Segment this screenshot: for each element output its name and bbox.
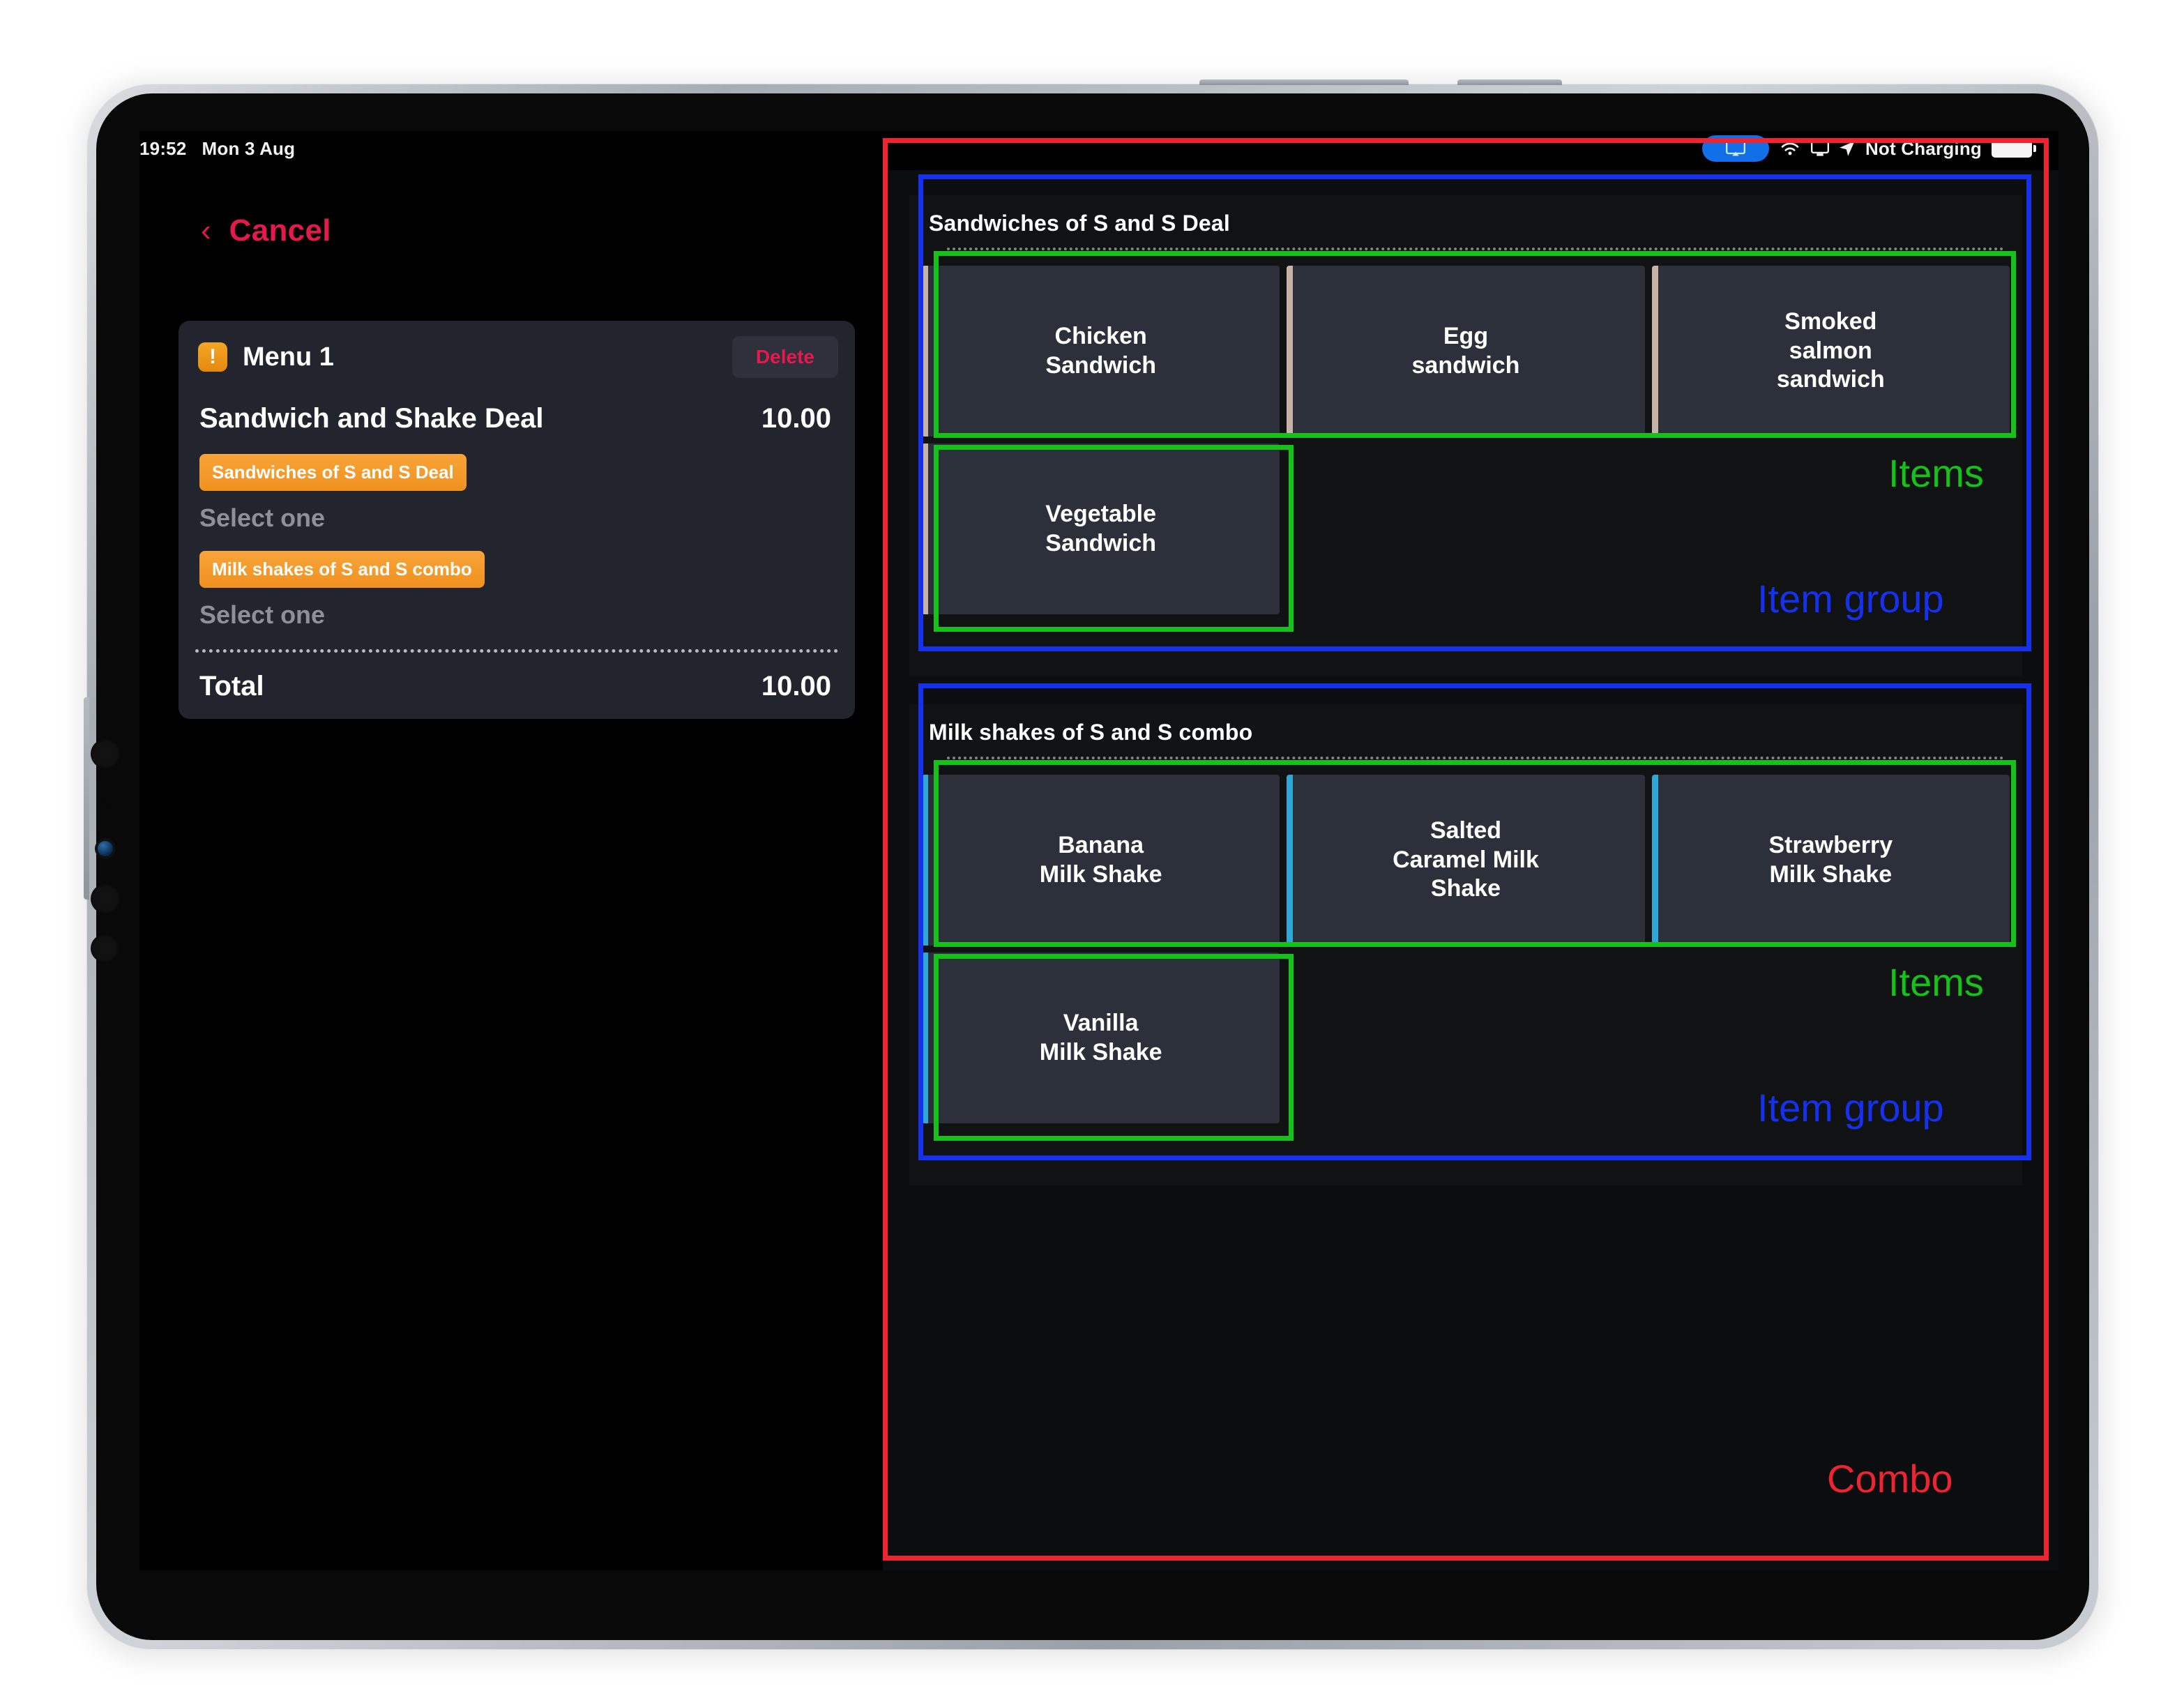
item-tile-grid-milkshakes: Banana Milk Shake Salted Caramel Milk Sh… — [909, 759, 2022, 1136]
location-arrow-icon — [1839, 140, 1856, 157]
wifi-icon — [1779, 139, 1801, 158]
item-label: Vegetable Sandwich — [1045, 501, 1157, 556]
modifier-chip-sandwiches[interactable]: Sandwiches of S and S Deal — [199, 454, 467, 491]
item-tile-smoked-salmon-sandwich[interactable]: Smoked salmon sandwich — [1651, 266, 2010, 437]
modifier-chip-milkshakes[interactable]: Milk shakes of S and S combo — [199, 551, 485, 588]
screen-mirroring-icon[interactable] — [1701, 135, 1769, 162]
order-card: ! Menu 1 Delete Sandwich and Shake Deal … — [179, 321, 855, 719]
item-tile-salted-caramel-milk-shake[interactable]: Salted Caramel Milk Shake — [1287, 775, 1645, 946]
modifier-group-0: Sandwiches of S and S Deal Select one — [179, 440, 855, 537]
status-bar: 19:52 Mon 3 Aug Not Charging — [139, 131, 2058, 170]
item-tile-banana-milk-shake[interactable]: Banana Milk Shake — [922, 775, 1280, 946]
front-camera-icon — [98, 841, 113, 856]
item-accent-stripe — [1287, 266, 1294, 437]
ipad-screen: 19:52 Mon 3 Aug Not Charging ‹ Cancel ! … — [139, 131, 2058, 1570]
screen-icon — [1810, 140, 1829, 157]
item-label: Vanilla Milk Shake — [1039, 1010, 1162, 1065]
item-group-divider — [947, 757, 2004, 759]
item-accent-stripe — [922, 266, 928, 437]
item-label: Strawberry Milk Shake — [1768, 832, 1893, 888]
lidar-sensor-icon — [91, 934, 119, 962]
item-label: Banana Milk Shake — [1039, 832, 1162, 888]
item-group-header-milkshakes: Milk shakes of S and S combo — [909, 704, 2022, 759]
item-tile-strawberry-milk-shake[interactable]: Strawberry Milk Shake — [1651, 775, 2010, 946]
item-group-title-sandwiches: Sandwiches of S and S Deal — [929, 211, 1230, 236]
deal-name: Sandwich and Shake Deal — [199, 403, 544, 434]
deal-price: 10.00 — [761, 403, 831, 434]
item-accent-stripe — [922, 443, 928, 614]
total-label: Total — [199, 671, 264, 701]
status-bar-right: Not Charging — [1701, 135, 2036, 162]
chevron-left-icon: ‹ — [201, 213, 211, 248]
battery-icon — [1992, 139, 2036, 158]
delete-button[interactable]: Delete — [731, 336, 838, 378]
status-time: 19:52 — [139, 138, 187, 159]
item-accent-stripe — [1287, 775, 1294, 946]
item-group-milkshakes: Milk shakes of S and S combo Banana Milk… — [909, 704, 2022, 1185]
camera-lens-icon — [91, 739, 120, 768]
item-accent-stripe — [922, 953, 928, 1123]
screenshot-root: 19:52 Mon 3 Aug Not Charging ‹ Cancel ! … — [0, 0, 2184, 1707]
item-group-sandwiches: Sandwiches of S and S Deal Chicken Sandw… — [909, 195, 2022, 676]
menu-title-group: ! Menu 1 — [198, 342, 334, 372]
menu-title: Menu 1 — [243, 342, 334, 372]
item-tile-egg-sandwich[interactable]: Egg sandwich — [1287, 266, 1645, 437]
device-volume-button[interactable] — [84, 697, 89, 900]
modifier-hint-sandwiches: Select one — [199, 503, 326, 532]
cancel-button-label: Cancel — [229, 213, 331, 248]
item-label: Salted Caramel Milk Shake — [1393, 817, 1539, 902]
modifier-group-1: Milk shakes of S and S combo Select one — [179, 537, 855, 634]
ambient-sensor-icon — [101, 801, 108, 807]
combo-panel: Sandwiches of S and S Deal Chicken Sandw… — [883, 170, 2058, 1570]
charging-status-text: Not Charging — [1865, 137, 1982, 159]
deal-row: Sandwich and Shake Deal 10.00 — [179, 385, 855, 440]
order-panel: ‹ Cancel ! Menu 1 Delete Sandwich and Sh… — [139, 170, 883, 1570]
item-group-divider — [947, 248, 2004, 250]
device-top-button-a[interactable] — [1199, 79, 1409, 85]
cancel-button[interactable]: ‹ Cancel — [201, 213, 331, 248]
modifier-hint-milkshakes: Select one — [199, 600, 326, 629]
item-tile-chicken-sandwich[interactable]: Chicken Sandwich — [922, 266, 1280, 437]
item-accent-stripe — [1651, 775, 1658, 946]
status-date: Mon 3 Aug — [202, 138, 296, 159]
total-value: 10.00 — [761, 671, 831, 701]
item-group-title-milkshakes: Milk shakes of S and S combo — [929, 720, 1253, 745]
status-bar-left: 19:52 Mon 3 Aug — [139, 138, 295, 160]
item-tile-vegetable-sandwich[interactable]: Vegetable Sandwich — [922, 443, 1280, 614]
order-card-header: ! Menu 1 Delete — [179, 321, 855, 385]
card-divider — [195, 649, 838, 653]
item-label: Chicken Sandwich — [1045, 323, 1157, 379]
item-group-header-sandwiches: Sandwiches of S and S Deal — [909, 195, 2022, 250]
warning-icon: ! — [198, 342, 227, 372]
item-label: Egg sandwich — [1411, 323, 1520, 379]
item-accent-stripe — [1651, 266, 1658, 437]
total-row: Total 10.00 — [179, 653, 855, 709]
device-top-button-b[interactable] — [1457, 79, 1562, 85]
camera-lens-secondary-icon — [91, 884, 120, 913]
item-tile-grid-sandwiches: Chicken Sandwich Egg sandwich Smoked sal… — [909, 250, 2022, 627]
item-accent-stripe — [922, 775, 928, 946]
item-label: Smoked salmon sandwich — [1776, 308, 1885, 393]
item-tile-vanilla-milk-shake[interactable]: Vanilla Milk Shake — [922, 953, 1280, 1123]
